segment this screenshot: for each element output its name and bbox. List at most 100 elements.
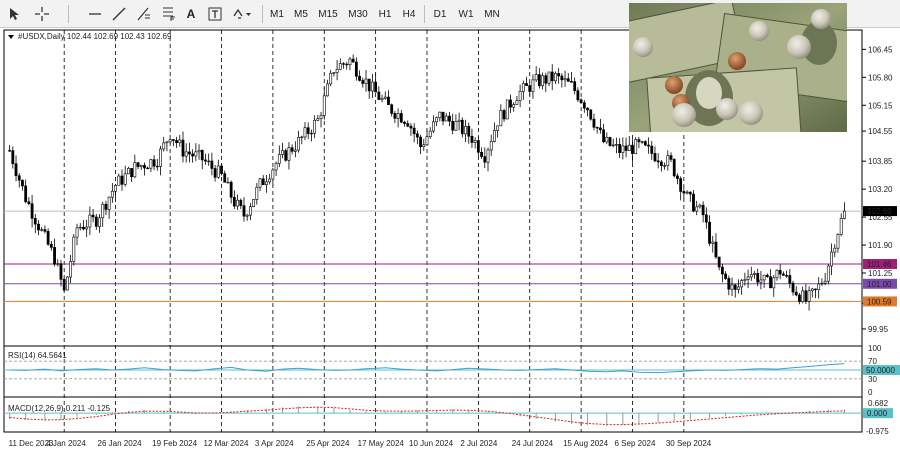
candle-body [679, 178, 683, 192]
candle-body [589, 109, 593, 120]
candle-body [178, 139, 182, 144]
candle-body [364, 78, 368, 84]
candle-body [769, 276, 772, 289]
candle-body [239, 199, 243, 206]
trendline-icon[interactable] [108, 4, 130, 24]
candle-body [24, 185, 28, 203]
candle-body [528, 85, 532, 92]
candle-body [637, 139, 641, 143]
arrows-dropdown-icon[interactable] [229, 4, 255, 24]
rsi-scale-label: 70 [868, 357, 877, 366]
candle-body [245, 214, 249, 217]
candle-body [547, 71, 551, 84]
candle-body [756, 273, 760, 283]
candle-body [216, 165, 220, 178]
candle-body [277, 154, 281, 164]
candle-body [557, 73, 561, 77]
candle-body [329, 72, 333, 85]
candle-body [698, 204, 702, 208]
date-label: 6 Sep 2024 [614, 439, 655, 448]
candle-body [377, 91, 381, 100]
text-tool-icon[interactable]: A [182, 4, 200, 24]
candle-body [663, 165, 666, 167]
candle-body [512, 104, 516, 108]
timeframe-w1-button[interactable]: W1 [454, 4, 478, 24]
candle-body [271, 169, 275, 180]
horizontal-line-icon[interactable] [84, 4, 106, 24]
fibonacci-fan-icon[interactable] [158, 4, 180, 24]
timeframe-m1-button[interactable]: M1 [266, 4, 288, 24]
candle-body [117, 175, 121, 186]
candle-body [204, 159, 207, 162]
candle-body [123, 173, 127, 185]
candle-body [207, 160, 211, 163]
candle-body [149, 159, 153, 169]
candle-body [37, 223, 40, 231]
candle-body [268, 178, 272, 183]
candle-body [14, 163, 18, 177]
candle-body [647, 144, 650, 147]
candle-body [300, 136, 304, 139]
candle-body [53, 247, 56, 265]
candle-body [342, 63, 345, 65]
candle-body [704, 214, 708, 223]
timeframe-m15-button[interactable]: M15 [314, 4, 342, 24]
timeframe-d1-button[interactable]: D1 [428, 4, 452, 24]
candle-body [573, 81, 577, 91]
candle-body [525, 83, 528, 86]
cursor-icon[interactable] [4, 4, 24, 24]
candle-body [650, 145, 654, 154]
timeframe-h4-button[interactable]: H4 [398, 4, 420, 24]
candle-body [358, 75, 361, 81]
candle-body [772, 277, 776, 289]
crosshair-icon[interactable] [30, 4, 54, 24]
candle-body [313, 119, 317, 134]
candle-body [473, 140, 477, 143]
candle-body [576, 90, 580, 101]
candle-body [451, 120, 455, 131]
fibonacci-icon[interactable] [133, 4, 155, 24]
candle-body [531, 79, 535, 92]
candle-body [749, 274, 753, 278]
candle-body [518, 91, 522, 101]
timeframe-h1-button[interactable]: H1 [374, 4, 396, 24]
candle-body [136, 162, 140, 167]
candle-body [319, 115, 323, 119]
date-label: 12 Mar 2024 [204, 439, 249, 448]
candle-body [480, 151, 483, 157]
candle-body [759, 279, 763, 283]
timeframe-mn-button[interactable]: MN [480, 4, 504, 24]
macd-scale-label: 0.682 [868, 399, 889, 408]
candle-body [210, 160, 214, 169]
timeframe-m5-button[interactable]: M5 [290, 4, 312, 24]
candle-body [817, 283, 821, 291]
dollar-bills-photo [629, 3, 847, 132]
candle-body [714, 241, 718, 258]
timeframe-m30-button[interactable]: M30 [344, 4, 372, 24]
candle-body [30, 203, 34, 219]
candle-body [682, 191, 686, 194]
candle-body [316, 118, 320, 121]
date-label: 24 Jul 2024 [512, 439, 554, 448]
candle-body [110, 190, 114, 198]
candle-body [743, 279, 747, 281]
candle-body [114, 185, 117, 192]
candle-body [345, 63, 349, 66]
candle-body [669, 155, 673, 160]
candle-body [615, 144, 618, 146]
candle-body [101, 203, 105, 219]
candle-body [46, 231, 50, 245]
candle-body [666, 155, 670, 166]
candle-body [82, 226, 85, 230]
candle-body [753, 273, 756, 275]
candle-body [788, 275, 792, 284]
text-label-icon[interactable] [205, 4, 225, 24]
candle-body [676, 175, 679, 179]
candle-body [335, 68, 339, 73]
candle-body [297, 137, 300, 151]
candle-body [563, 78, 567, 81]
candle-body [43, 229, 47, 232]
candle-body [152, 159, 156, 167]
date-label: 30 Sep 2024 [666, 439, 712, 448]
candle-body [290, 147, 294, 152]
